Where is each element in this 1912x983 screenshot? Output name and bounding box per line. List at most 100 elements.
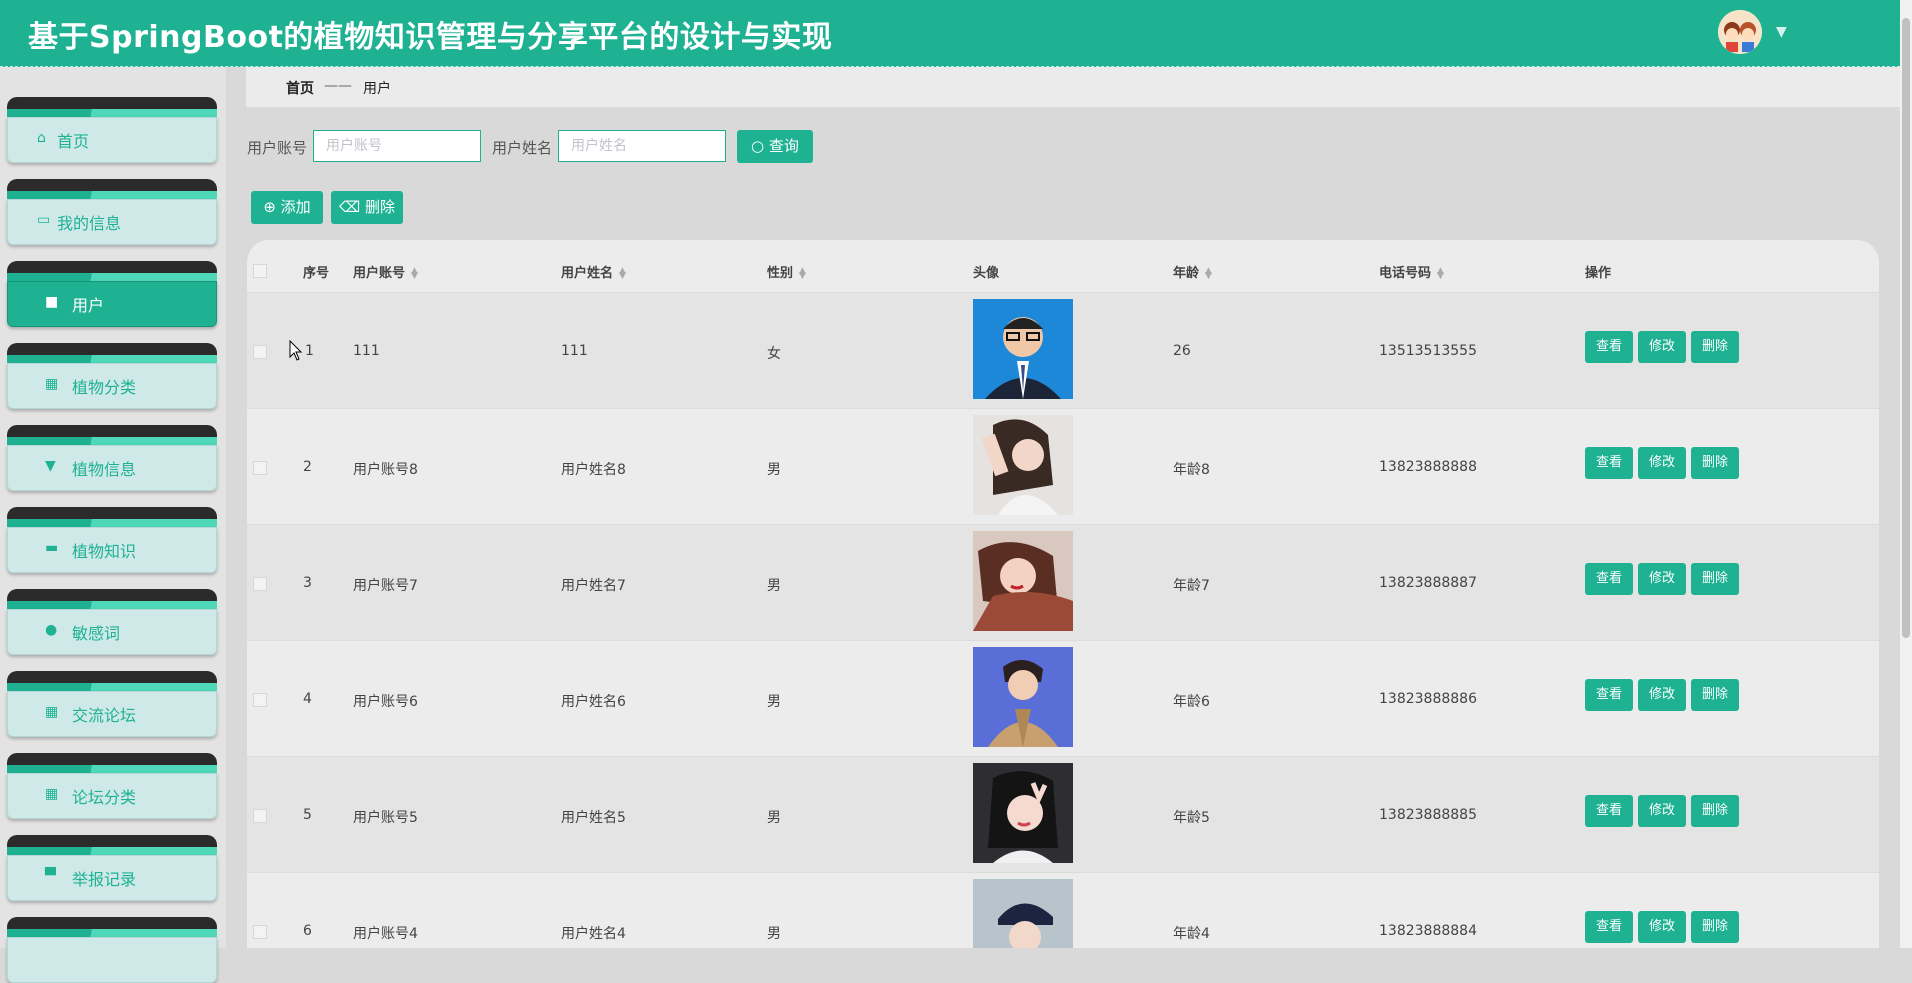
header-age[interactable]: 年龄 ▲ ▼ [1173,262,1212,281]
avatar-photo[interactable] [973,299,1073,399]
sidebar-item-plant-info[interactable]: ▼ 植物信息 [7,425,217,491]
delete-button[interactable]: 删除 [1691,679,1739,711]
cell-account: 111 [353,343,380,359]
edit-button[interactable]: 修改 [1638,795,1686,827]
header-ops: 操作 [1585,266,1612,281]
header-age-label: 年龄 [1173,266,1200,281]
cell-name: 用户姓名7 [561,578,626,594]
avatar-photo[interactable] [973,763,1073,863]
add-button[interactable]: ⊕ 添加 [251,191,323,224]
delete-button[interactable]: 删除 [1691,447,1739,479]
delete-button[interactable]: 删除 [1691,911,1739,943]
edit-button[interactable]: 修改 [1638,911,1686,943]
breadcrumb-separator: —— [324,78,352,94]
avatar-photo[interactable] [973,415,1073,515]
row-checkbox[interactable] [253,345,267,359]
sidebar-item-label: 交流论坛 [72,706,137,725]
edit-button[interactable]: 修改 [1638,679,1686,711]
avatar-photo[interactable] [973,879,1073,948]
account-search-input[interactable] [313,130,481,162]
select-all-checkbox[interactable] [253,264,267,278]
edit-button[interactable]: 修改 [1638,331,1686,363]
sidebar-item-label: 用户 [72,296,105,315]
cell-name: 用户姓名8 [561,462,626,478]
cell-gender: 男 [767,578,781,594]
name-search-label: 用户姓名 [492,139,553,157]
row-checkbox[interactable] [253,577,267,591]
breadcrumb-home[interactable]: 首页 [286,78,314,98]
chevron-down-icon[interactable]: ▼ [1776,24,1787,40]
avatar-photo[interactable] [973,531,1073,631]
table-row: 4 用户账号6 用户姓名6 男 年龄6 13823888886 查看 修改 删除 [247,640,1879,757]
header-index: 序号 [303,266,330,281]
cell-gender: 女 [767,346,781,362]
sidebar-item-forum-category[interactable]: ▦ 论坛分类 [7,753,217,819]
sidebar-item-users[interactable]: ■ 用户 [7,261,217,327]
sort-icon[interactable]: ▲ ▼ [1205,266,1212,280]
view-button[interactable]: 查看 [1585,795,1633,827]
edit-button[interactable]: 修改 [1638,447,1686,479]
card-icon: ▭ [37,212,51,228]
sidebar-item-my-info[interactable]: ▭ 我的信息 [7,179,217,245]
briefcase-icon: ■ [45,294,59,310]
search-icon: ○ [751,137,765,155]
row-checkbox[interactable] [253,925,267,939]
cell-age: 年龄4 [1173,926,1210,942]
query-button[interactable]: ○ 查询 [737,130,813,163]
view-button[interactable]: 查看 [1585,563,1633,595]
pin-icon: ● [45,622,58,638]
cell-gender: 男 [767,462,781,478]
scrollbar-thumb[interactable] [1902,18,1910,638]
monitor-icon: ▀ [45,868,56,884]
view-button[interactable]: 查看 [1585,331,1633,363]
cell-name: 用户姓名6 [561,694,626,710]
batch-delete-button[interactable]: ⌫ 删除 [331,191,403,224]
header-account[interactable]: 用户账号 ▲ ▼ [353,262,418,281]
cell-gender: 男 [767,926,781,942]
sort-icon[interactable]: ▲ ▼ [411,266,418,280]
sort-icon[interactable]: ▲ ▼ [619,266,626,280]
view-button[interactable]: 查看 [1585,911,1633,943]
sidebar-item-home[interactable]: ⌂ 首页 [7,97,217,163]
header-phone[interactable]: 电话号码 ▲ ▼ [1379,262,1444,281]
cell-index: 5 [303,807,312,823]
breadcrumb: 首页 —— 用户 [246,67,1900,107]
trash-icon: ⌫ [338,198,361,216]
avatar-icon [1718,10,1762,54]
sign-icon: ▼ [45,458,56,474]
row-checkbox[interactable] [253,809,267,823]
sidebar-item-sensitive-words[interactable]: ● 敏感词 [7,589,217,655]
header-name[interactable]: 用户姓名 ▲ ▼ [561,262,626,281]
row-checkbox[interactable] [253,461,267,475]
grid-icon: ▦ [45,704,59,720]
book-icon: ▬ [45,540,59,556]
delete-button[interactable]: 删除 [1691,331,1739,363]
sort-icon[interactable]: ▲ ▼ [1437,266,1444,280]
delete-button[interactable]: 删除 [1691,563,1739,595]
header-gender-label: 性别 [767,266,794,281]
home-icon: ⌂ [37,130,46,146]
cell-index: 4 [303,691,312,707]
view-button[interactable]: 查看 [1585,447,1633,479]
top-header: 基于SpringBoot的植物知识管理与分享平台的设计与实现 ▼ [0,0,1900,67]
header-gender[interactable]: 性别 ▲ ▼ [767,262,806,281]
sort-icon[interactable]: ▲ ▼ [799,266,806,280]
user-avatar[interactable] [1718,10,1762,54]
sidebar-item-plant-category[interactable]: ▦ 植物分类 [7,343,217,409]
header-name-label: 用户姓名 [561,266,614,281]
avatar-photo[interactable] [973,647,1073,747]
cell-age: 年龄6 [1173,694,1210,710]
view-button[interactable]: 查看 [1585,679,1633,711]
sidebar-item-forum[interactable]: ▦ 交流论坛 [7,671,217,737]
sidebar: ⌂ 首页 ▭ 我的信息 ■ 用户 ▦ 植物分类 ▼ 植物信息 ▬ 植物知识 ● … [0,67,226,983]
header-avatar: 头像 [973,266,1000,281]
app-title: 基于SpringBoot的植物知识管理与分享平台的设计与实现 [28,20,833,55]
row-checkbox[interactable] [253,693,267,707]
sidebar-item-more[interactable] [7,917,217,983]
name-search-input[interactable] [558,130,726,162]
delete-button[interactable]: 删除 [1691,795,1739,827]
sidebar-item-plant-knowledge[interactable]: ▬ 植物知识 [7,507,217,573]
sidebar-item-report-records[interactable]: ▀ 举报记录 [7,835,217,901]
edit-button[interactable]: 修改 [1638,563,1686,595]
cell-phone: 13823888884 [1379,923,1477,939]
